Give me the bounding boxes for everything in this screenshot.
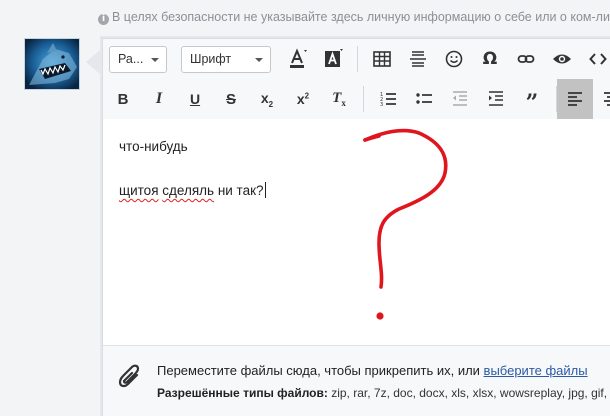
- text-run: ни так?: [214, 183, 264, 198]
- bold-icon: B: [117, 90, 129, 108]
- underline-button[interactable]: U: [177, 79, 213, 119]
- bulleted-list-icon: [415, 90, 433, 108]
- attachment-instructions: Переместите файлы сюда, чтобы прикрепить…: [157, 363, 588, 378]
- smiley-icon: [445, 50, 463, 68]
- link-button[interactable]: [508, 39, 544, 79]
- table-button[interactable]: [364, 39, 400, 79]
- editor-content[interactable]: что-нибудь щитоя сделяль ни так?: [119, 137, 266, 201]
- code-icon: [589, 50, 607, 68]
- quote-button[interactable]: ”: [514, 79, 550, 119]
- paragraph-1: что-нибудь: [119, 139, 188, 154]
- background-color-icon: [322, 48, 344, 70]
- paragraph-style-value: Ра...: [118, 52, 144, 66]
- underline-icon: U: [189, 91, 201, 107]
- superscript-icon: x2: [296, 91, 310, 107]
- svg-text:3: 3: [380, 102, 383, 108]
- allowed-types-list: zip, rar, 7z, doc, docx, xls, xlsx, wows…: [327, 386, 610, 400]
- quote-icon: ”: [525, 90, 539, 116]
- italic-button[interactable]: I: [141, 79, 177, 119]
- drop-text: Переместите файлы сюда, чтобы прикрепить…: [157, 363, 484, 378]
- indent-button[interactable]: [478, 79, 514, 119]
- clear-format-icon: Tx: [332, 90, 346, 108]
- background-color-button[interactable]: [315, 39, 351, 79]
- omega-icon: Ω: [482, 49, 498, 69]
- font-select[interactable]: Шрифт: [181, 45, 271, 73]
- hand-drawn-question-mark: [363, 128, 448, 320]
- italic-icon: I: [155, 90, 163, 107]
- toolbar-separator: [363, 86, 364, 112]
- attachment-dropzone[interactable]: Переместите файлы сюда, чтобы прикрепить…: [103, 345, 610, 416]
- paperclip-icon: [117, 364, 143, 393]
- privacy-notice-text: В целях безопасности не указывайте здесь…: [112, 10, 610, 24]
- subscript-icon: x2: [260, 89, 274, 109]
- strikethrough-icon: S: [225, 90, 236, 108]
- spoiler-button[interactable]: [544, 39, 580, 79]
- misspelled-word[interactable]: щитоя: [119, 183, 159, 198]
- table-icon: [373, 50, 391, 68]
- outdent-icon: [451, 90, 469, 108]
- message-editor[interactable]: Ра... Шрифт Ω B I U S x2 x2 Tx 1 2 3 ” ч…: [102, 38, 610, 416]
- paragraph-style-select[interactable]: Ра...: [109, 45, 167, 73]
- misspelled-word[interactable]: сделяль: [162, 183, 214, 198]
- align-left-icon: [567, 91, 583, 107]
- code-button[interactable]: [580, 39, 610, 79]
- remove-format-button[interactable]: Tx: [321, 79, 357, 119]
- horizontal-rule-button[interactable]: [400, 39, 436, 79]
- numbered-list-button[interactable]: 123: [370, 79, 406, 119]
- info-icon: i: [98, 14, 109, 25]
- shark-avatar-image: [25, 39, 79, 89]
- strikethrough-button[interactable]: S: [213, 79, 249, 119]
- text-color-button[interactable]: [279, 39, 315, 79]
- paragraph-2: щитоя сделяль ни так?: [119, 181, 266, 201]
- align-center-button[interactable]: [593, 79, 610, 119]
- indent-icon: [487, 90, 505, 108]
- outdent-button[interactable]: [442, 79, 478, 119]
- bulleted-list-button[interactable]: [406, 79, 442, 119]
- chevron-down-icon: [151, 57, 159, 62]
- bold-button[interactable]: B: [105, 79, 141, 119]
- avatar[interactable]: [24, 38, 80, 90]
- horizontal-rule-icon: [409, 50, 427, 68]
- align-center-icon: [603, 91, 610, 107]
- eye-icon: [552, 50, 572, 68]
- text-color-icon: [286, 48, 308, 70]
- link-icon: [517, 50, 535, 68]
- toolbar-row-1: Ра... Шрифт Ω: [103, 39, 610, 79]
- toolbar-row-2: B I U S x2 x2 Tx 123 ”: [103, 79, 610, 119]
- chevron-down-icon: [255, 57, 263, 62]
- privacy-notice: iВ целях безопасности не указывайте здес…: [98, 10, 610, 25]
- special-char-button[interactable]: Ω: [472, 39, 508, 79]
- smiley-button[interactable]: [436, 39, 472, 79]
- align-left-button[interactable]: [557, 79, 593, 119]
- choose-files-link[interactable]: выберите файлы: [484, 363, 588, 378]
- superscript-button[interactable]: x2: [285, 79, 321, 119]
- allowed-types-label: Разрешённые типы файлов:: [157, 386, 328, 400]
- editor-pointer-arrow: [86, 50, 100, 74]
- subscript-button[interactable]: x2: [249, 79, 285, 119]
- numbered-list-icon: 123: [379, 90, 397, 108]
- toolbar-separator: [357, 46, 358, 72]
- text-cursor: [264, 182, 266, 198]
- font-select-value: Шрифт: [190, 52, 232, 66]
- allowed-file-types: Разрешённые типы файлов: zip, rar, 7z, d…: [157, 386, 610, 400]
- editor-toolbar: Ра... Шрифт Ω B I U S x2 x2 Tx 1 2 3 ”: [103, 39, 610, 119]
